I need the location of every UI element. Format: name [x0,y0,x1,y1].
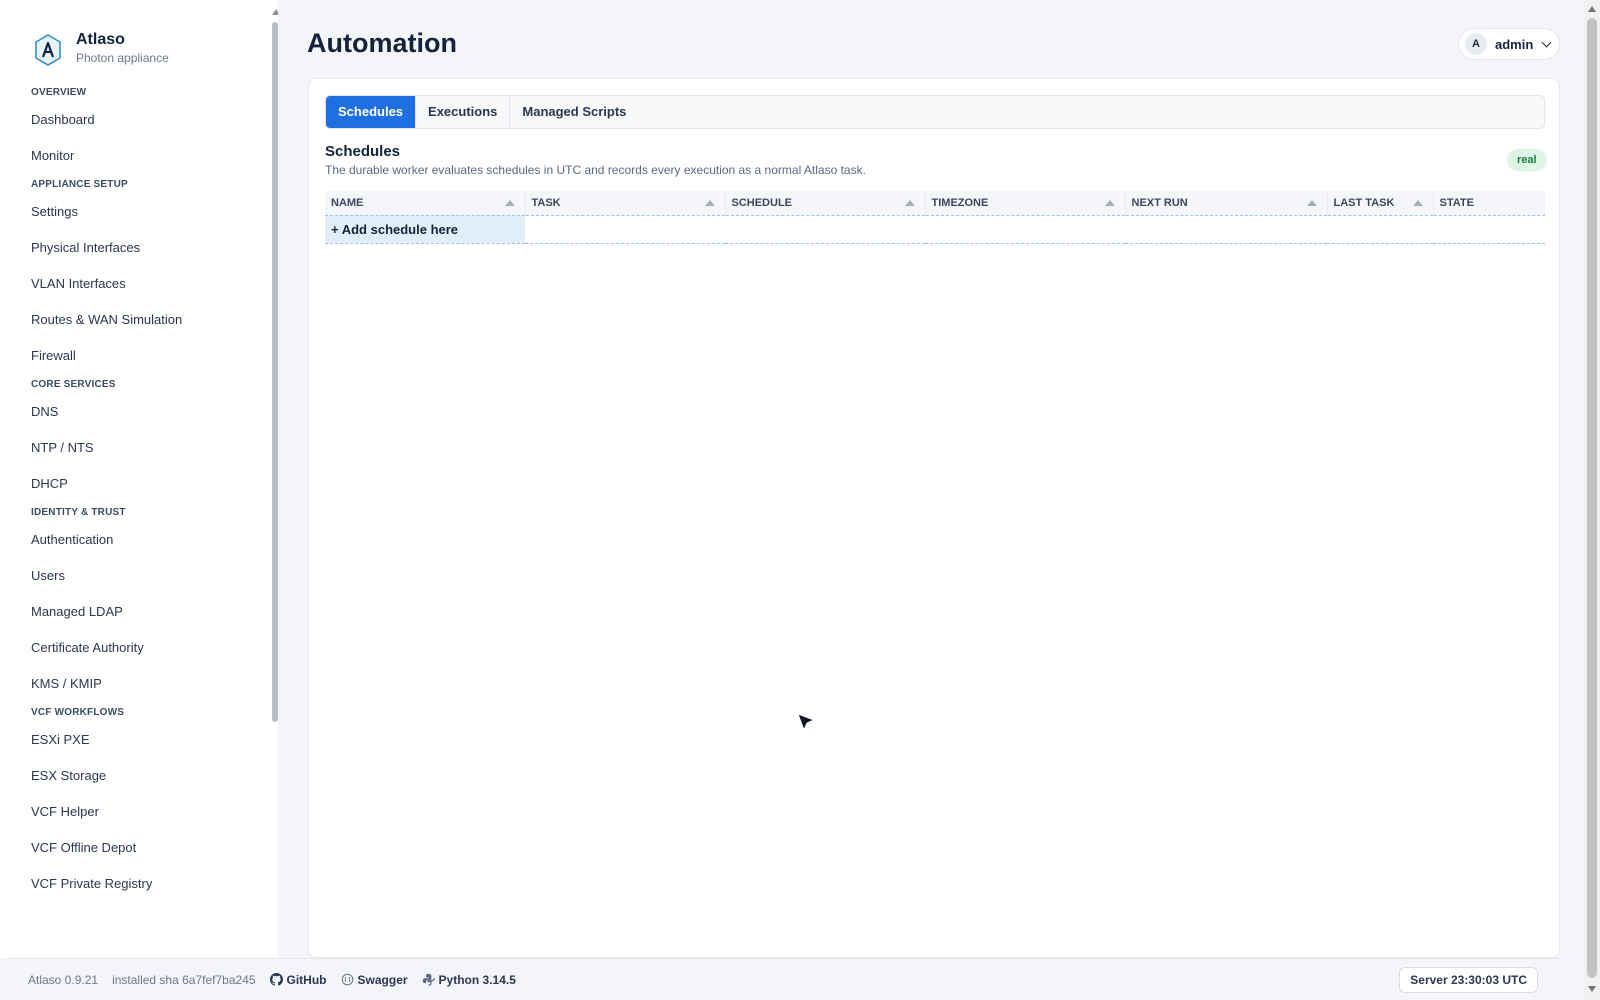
sidebar-scrollbar[interactable] [272,22,278,722]
table-cell [925,214,1125,244]
section-description: The durable worker evaluates schedules i… [325,163,866,177]
sidebar-item-vcf-offline-depot[interactable]: VCF Offline Depot [0,830,268,866]
schedules-table: NAME TASK SCHEDULE TIMEZONE NEXT RUN LAS… [325,191,1545,244]
page-scrollbar-thumb[interactable] [1587,18,1597,978]
sidebar-item-ntp[interactable]: NTP / NTS [0,430,268,466]
column-label: TIMEZONE [931,196,989,209]
github-icon [269,973,283,986]
sidebar-item-certificate-authority[interactable]: Certificate Authority [0,630,268,666]
sort-asc-icon[interactable] [704,200,715,206]
sort-asc-icon[interactable] [904,200,915,206]
table-cell [525,214,725,244]
sidebar-scroll-up-icon[interactable] [272,9,278,15]
table-cell [725,214,925,244]
avatar: A [1465,33,1487,55]
section-title: Schedules [325,143,401,160]
column-header-state[interactable]: STATE [1433,191,1545,215]
sidebar-item-authentication[interactable]: Authentication [0,522,268,558]
github-label: GitHub [286,972,327,987]
atlaso-logo-icon [35,34,61,66]
python-link[interactable]: Python 3.14.5 [422,973,516,987]
sidebar-item-settings[interactable]: Settings [0,194,268,230]
swagger-link[interactable]: Swagger [341,973,408,987]
column-header-next-run[interactable]: NEXT RUN [1125,191,1328,215]
sidebar-item-monitor[interactable]: Monitor [0,138,268,174]
column-label: LAST TASK [1333,196,1395,209]
sidebar-item-users[interactable]: Users [0,558,268,594]
nav-section-vcf-workflows: VCF WORKFLOWS [31,707,125,718]
sidebar-item-routes-wan[interactable]: Routes & WAN Simulation [0,302,268,338]
user-name: admin [1495,36,1534,52]
sidebar-item-dhcp[interactable]: DHCP [0,466,268,502]
tab-executions[interactable]: Executions [416,96,511,128]
scroll-down-icon[interactable] [1588,986,1596,992]
mouse-cursor-icon [797,713,816,732]
table-cell [1327,214,1433,244]
server-time-badge: Server 23:30:03 UTC [1399,967,1538,993]
nav-section-overview: OVERVIEW [31,87,87,98]
sort-asc-icon[interactable] [1412,200,1423,206]
column-label: STATE [1439,196,1474,209]
github-link[interactable]: GitHub [269,972,327,987]
sidebar-item-physical-interfaces[interactable]: Physical Interfaces [0,230,268,266]
column-header-last-task[interactable]: LAST TASK [1327,191,1434,215]
python-icon [422,973,435,986]
column-label: TASK [531,196,561,209]
sidebar-item-dns[interactable]: DNS [0,394,268,430]
sidebar: Atlaso Photon appliance OVERVIEW Dashboa… [0,0,278,958]
app-version: Atlaso 0.9.21 [28,972,99,987]
column-header-schedule[interactable]: SCHEDULE [725,191,926,215]
column-label: SCHEDULE [731,196,793,209]
sort-asc-icon[interactable] [1104,200,1115,206]
sidebar-item-esxi-pxe[interactable]: ESXi PXE [0,722,268,758]
add-schedule-row[interactable]: + Add schedule here [325,214,1545,244]
column-header-name[interactable]: NAME [325,191,526,215]
brand[interactable]: Atlaso Photon appliance [34,30,169,66]
sidebar-item-vcf-private-registry[interactable]: VCF Private Registry [0,866,268,902]
column-header-timezone[interactable]: TIMEZONE [925,191,1126,215]
column-label: NAME [331,196,364,209]
swagger-label: Swagger [357,972,408,987]
sort-asc-icon[interactable] [1306,200,1317,206]
python-label: Python 3.14.5 [438,972,516,987]
column-header-task[interactable]: TASK [525,191,726,215]
installed-sha: installed sha 6a7fef7ba245 [112,972,256,987]
chevron-down-icon [1541,37,1552,47]
tab-bar: Schedules Executions Managed Scripts [325,95,1545,129]
sidebar-item-managed-ldap[interactable]: Managed LDAP [0,594,268,630]
sidebar-item-vlan-interfaces[interactable]: VLAN Interfaces [0,266,268,302]
brand-subtitle: Photon appliance [76,51,169,65]
table-header-row: NAME TASK SCHEDULE TIMEZONE NEXT RUN LAS… [325,191,1545,215]
sidebar-nav: OVERVIEW Dashboard Monitor APPLIANCE SET… [0,82,268,902]
nav-section-appliance-setup: APPLIANCE SETUP [31,179,128,190]
nav-section-core-services: CORE SERVICES [31,379,116,390]
sidebar-item-kms-kmip[interactable]: KMS / KMIP [0,666,268,702]
add-schedule-button[interactable]: + Add schedule here [325,214,525,244]
sidebar-item-esx-storage[interactable]: ESX Storage [0,758,268,794]
table-cell [1433,214,1545,244]
tab-schedules[interactable]: Schedules [326,96,417,128]
status-badge: real [1507,149,1547,171]
footer: Atlaso 0.9.21 installed sha 6a7fef7ba245… [8,958,1560,1000]
sidebar-item-vcf-helper[interactable]: VCF Helper [0,794,268,830]
sidebar-item-dashboard[interactable]: Dashboard [0,102,268,138]
sidebar-item-firewall[interactable]: Firewall [0,338,268,374]
brand-title: Atlaso [76,31,125,48]
main-panel: Schedules Executions Managed Scripts Sch… [308,78,1560,958]
page-title: Automation [307,28,457,58]
scroll-up-icon[interactable] [1588,6,1596,12]
table-cell [1125,214,1327,244]
nav-section-identity-trust: IDENTITY & TRUST [31,507,126,518]
user-menu-button[interactable]: A admin [1458,28,1560,60]
column-label: NEXT RUN [1131,196,1188,209]
tab-managed-scripts[interactable]: Managed Scripts [510,96,638,128]
sort-asc-icon[interactable] [504,200,515,206]
swagger-icon [341,973,353,986]
